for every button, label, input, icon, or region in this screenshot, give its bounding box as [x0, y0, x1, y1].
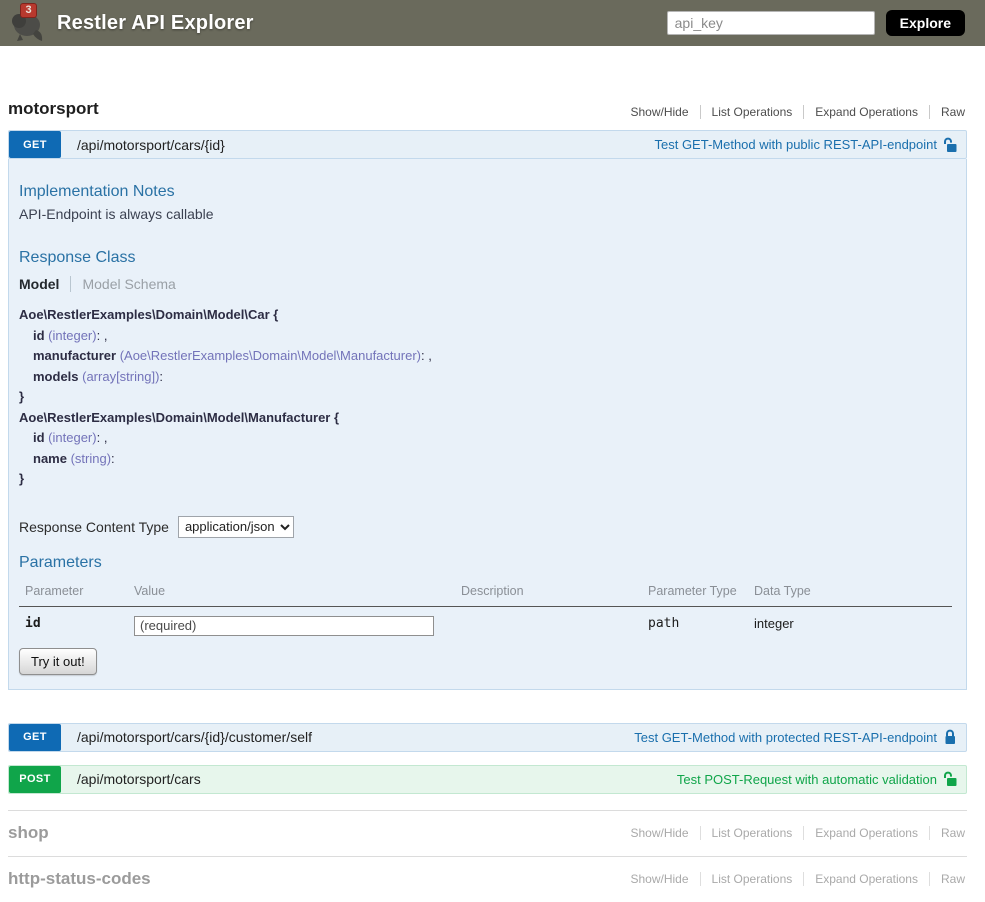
raw-link[interactable]: Raw	[929, 826, 967, 840]
operation-get-car-by-id: GET /api/motorsport/cars/{id} Test GET-M…	[8, 130, 967, 690]
logo-version-badge: 3	[20, 3, 37, 18]
access-info-label: Test GET-Method with protected REST-API-…	[634, 730, 937, 745]
model-line: name (string):	[19, 449, 952, 470]
col-parameter: Parameter	[19, 577, 128, 607]
main-content: motorsport Show/Hide List Operations Exp…	[8, 95, 967, 902]
col-description: Description	[455, 577, 642, 607]
parameters-header-row: Parameter Value Description Parameter Ty…	[19, 577, 952, 607]
access-info-label: Test GET-Method with public REST-API-end…	[654, 137, 937, 152]
section-controls-http-status-codes: Show/Hide List Operations Expand Operati…	[620, 872, 968, 886]
parameters-heading: Parameters	[19, 554, 952, 572]
model-line: Aoe\RestlerExamples\Domain\Model\Car {	[19, 305, 952, 326]
model-line: }	[19, 469, 952, 490]
param-type: path	[642, 606, 748, 638]
param-name: id	[19, 606, 128, 638]
list-operations-link[interactable]: List Operations	[700, 872, 804, 886]
implementation-notes-heading: Implementation Notes	[19, 183, 952, 201]
expand-operations-link[interactable]: Expand Operations	[803, 872, 929, 886]
unlock-open-icon	[943, 137, 957, 153]
operation-heading-post-cars[interactable]: POST /api/motorsport/cars Test POST-Requ…	[8, 765, 967, 794]
param-value-input[interactable]	[134, 616, 434, 636]
operation-details-panel: Implementation Notes API-Endpoint is alw…	[8, 159, 967, 690]
method-badge-post: POST	[9, 766, 61, 793]
raw-link[interactable]: Raw	[929, 105, 967, 119]
operation-heading-get-car[interactable]: GET /api/motorsport/cars/{id} Test GET-M…	[8, 130, 967, 159]
section-header-http-status-codes: http-status-codes Show/Hide List Operati…	[8, 856, 967, 902]
col-data-type: Data Type	[748, 577, 952, 607]
page-title: Restler API Explorer	[57, 12, 254, 35]
list-operations-link[interactable]: List Operations	[700, 826, 804, 840]
col-value: Value	[128, 577, 455, 607]
explore-button[interactable]: Explore	[886, 10, 965, 36]
tab-model-schema[interactable]: Model Schema	[71, 276, 175, 292]
tab-model[interactable]: Model	[19, 276, 71, 292]
access-info-link[interactable]: Test POST-Request with automatic validat…	[677, 771, 957, 787]
section-title-motorsport: motorsport	[8, 99, 99, 119]
method-badge-get: GET	[9, 131, 61, 158]
section-header-shop: shop Show/Hide List Operations Expand Op…	[8, 810, 967, 856]
response-content-type-row: Response Content Type application/json	[19, 516, 952, 538]
section-title-http-status-codes: http-status-codes	[8, 869, 151, 889]
section-controls-shop: Show/Hide List Operations Expand Operati…	[620, 826, 968, 840]
model-line: id (integer): ,	[19, 326, 952, 347]
endpoint-path-link[interactable]: /api/motorsport/cars/{id}	[77, 137, 654, 153]
section-title-shop: shop	[8, 823, 49, 843]
api-key-input[interactable]	[667, 11, 875, 35]
parameter-row-id: id path integer	[19, 606, 952, 638]
app-header: 3 Restler API Explorer Explore	[0, 0, 985, 46]
parameters-table: Parameter Value Description Parameter Ty…	[19, 577, 952, 638]
list-operations-link[interactable]: List Operations	[700, 105, 804, 119]
model-line: models (array[string]):	[19, 367, 952, 388]
response-class-tabs: Model Model Schema	[19, 276, 952, 292]
expand-operations-link[interactable]: Expand Operations	[803, 826, 929, 840]
param-data-type: integer	[748, 606, 952, 638]
response-content-type-label: Response Content Type	[19, 519, 169, 535]
unlock-open-icon	[943, 771, 957, 787]
response-class-heading: Response Class	[19, 249, 952, 267]
model-line: }	[19, 387, 952, 408]
method-badge-get: GET	[9, 724, 61, 751]
show-hide-link[interactable]: Show/Hide	[620, 826, 700, 840]
operation-post-cars: POST /api/motorsport/cars Test POST-Requ…	[8, 765, 967, 794]
try-it-out-button[interactable]: Try it out!	[19, 648, 97, 675]
access-info-link[interactable]: Test GET-Method with protected REST-API-…	[634, 729, 957, 745]
endpoint-path-link[interactable]: /api/motorsport/cars	[77, 771, 677, 787]
access-info-label: Test POST-Request with automatic validat…	[677, 772, 937, 787]
section-controls-motorsport: Show/Hide List Operations Expand Operati…	[620, 105, 968, 119]
raw-link[interactable]: Raw	[929, 872, 967, 886]
lock-closed-icon	[943, 729, 957, 745]
access-info-link[interactable]: Test GET-Method with public REST-API-end…	[654, 137, 957, 153]
model-line: id (integer): ,	[19, 428, 952, 449]
response-content-type-select[interactable]: application/json	[178, 516, 294, 538]
show-hide-link[interactable]: Show/Hide	[620, 872, 700, 886]
col-parameter-type: Parameter Type	[642, 577, 748, 607]
model-line: Aoe\RestlerExamples\Domain\Model\Manufac…	[19, 408, 952, 429]
section-header-motorsport: motorsport Show/Hide List Operations Exp…	[8, 95, 967, 130]
model-line: manufacturer (Aoe\RestlerExamples\Domain…	[19, 346, 952, 367]
endpoint-path-link[interactable]: /api/motorsport/cars/{id}/customer/self	[77, 729, 634, 745]
operation-heading-get-customer[interactable]: GET /api/motorsport/cars/{id}/customer/s…	[8, 723, 967, 752]
param-description	[455, 606, 642, 638]
show-hide-link[interactable]: Show/Hide	[620, 105, 700, 119]
expand-operations-link[interactable]: Expand Operations	[803, 105, 929, 119]
implementation-notes-text: API-Endpoint is always callable	[19, 206, 952, 222]
model-signature: Aoe\RestlerExamples\Domain\Model\Car { i…	[19, 305, 952, 490]
restler-logo-icon: 3	[8, 2, 48, 44]
operation-get-customer-self: GET /api/motorsport/cars/{id}/customer/s…	[8, 723, 967, 752]
